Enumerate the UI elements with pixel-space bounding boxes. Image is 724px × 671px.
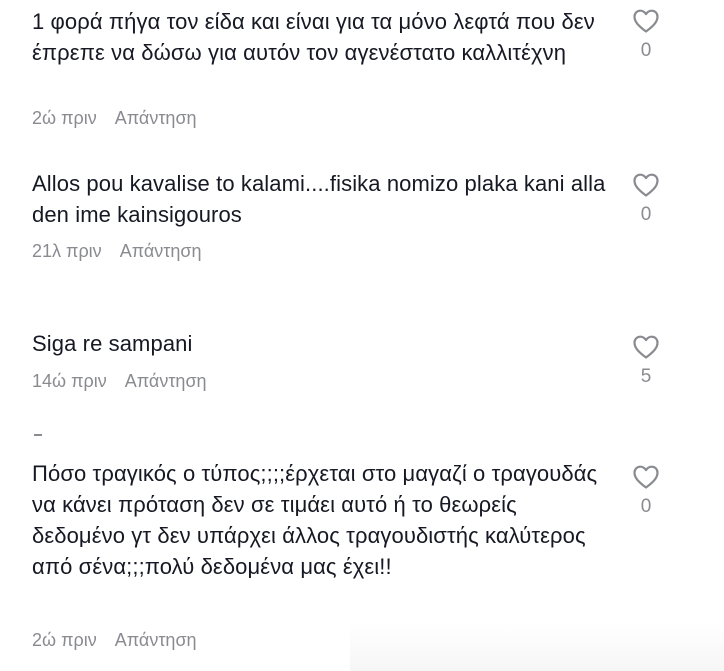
- like-button[interactable]: 5: [624, 334, 668, 388]
- reply-button[interactable]: Απάντηση: [115, 630, 197, 650]
- divider-mark: [34, 434, 42, 436]
- comment-text: Allos pou kavalise to kalami....fisika n…: [32, 171, 606, 227]
- comment-text: Πόσο τραγικός ο τύπος;;;;έρχεται στο μαγ…: [32, 461, 598, 579]
- like-button[interactable]: 0: [624, 8, 668, 62]
- comment-meta: 2ώ πριν Απάντηση: [32, 107, 197, 129]
- comment-time: 2ώ πριν: [32, 630, 97, 650]
- like-count: 0: [640, 40, 652, 61]
- comment-time: 14ώ πριν: [32, 371, 107, 391]
- like-count: 0: [640, 204, 652, 225]
- bottom-overlay: [350, 622, 724, 671]
- heart-outline-icon: [633, 9, 659, 33]
- heart-outline-icon: [633, 465, 659, 489]
- like-button[interactable]: 0: [624, 172, 668, 226]
- reply-button[interactable]: Απάντηση: [120, 241, 202, 261]
- comment-meta: 2ώ πριν Απάντηση: [32, 629, 197, 651]
- reply-button[interactable]: Απάντηση: [115, 108, 197, 128]
- comment-time: 2ώ πριν: [32, 108, 97, 128]
- heart-outline-icon: [633, 335, 659, 359]
- comment-meta: 21λ πριν Απάντηση: [32, 240, 202, 262]
- heart-outline-icon: [633, 173, 659, 197]
- comment-time: 21λ πριν: [32, 241, 102, 261]
- like-count: 5: [640, 366, 652, 387]
- comment-text: Siga re sampani: [32, 331, 193, 356]
- comment-text: 1 φορά πήγα τον είδα και είναι για τα μό…: [32, 9, 595, 65]
- comment-meta: 14ώ πριν Απάντηση: [32, 370, 207, 392]
- reply-button[interactable]: Απάντηση: [125, 371, 207, 391]
- like-button[interactable]: 0: [624, 464, 668, 518]
- like-count: 0: [640, 496, 652, 517]
